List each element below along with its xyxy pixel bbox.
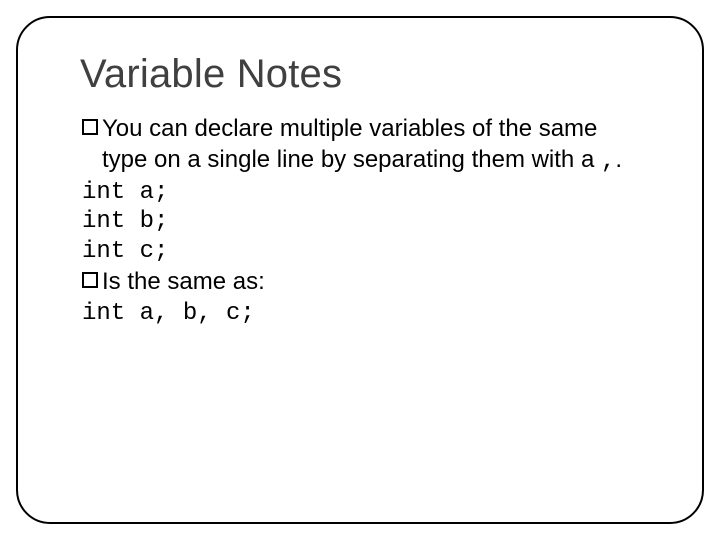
- bullet-2-text: Is the same as:: [102, 268, 265, 297]
- bullet-1-continuation: type on a single line by separating them…: [82, 146, 654, 176]
- slide-title: Variable Notes: [80, 52, 654, 97]
- bullet-2: Is the same as:: [82, 268, 654, 297]
- code-line-1: int a;: [82, 178, 654, 207]
- code-line-4: int a, b, c;: [82, 299, 654, 328]
- square-bullet-icon: [82, 119, 98, 135]
- slide-frame: Variable Notes You can declare multiple …: [16, 16, 704, 524]
- bullet-1: You can declare multiple variables of th…: [82, 115, 654, 144]
- sentence-period: .: [615, 146, 622, 173]
- code-line-3: int c;: [82, 237, 654, 266]
- square-bullet-icon: [82, 272, 98, 288]
- comma-literal: ,: [601, 148, 615, 175]
- code-line-2: int b;: [82, 207, 654, 236]
- bullet-1-text-line1: You can declare multiple variables of th…: [102, 115, 597, 144]
- bullet-1-text-line2: type on a single line by separating them…: [102, 146, 594, 173]
